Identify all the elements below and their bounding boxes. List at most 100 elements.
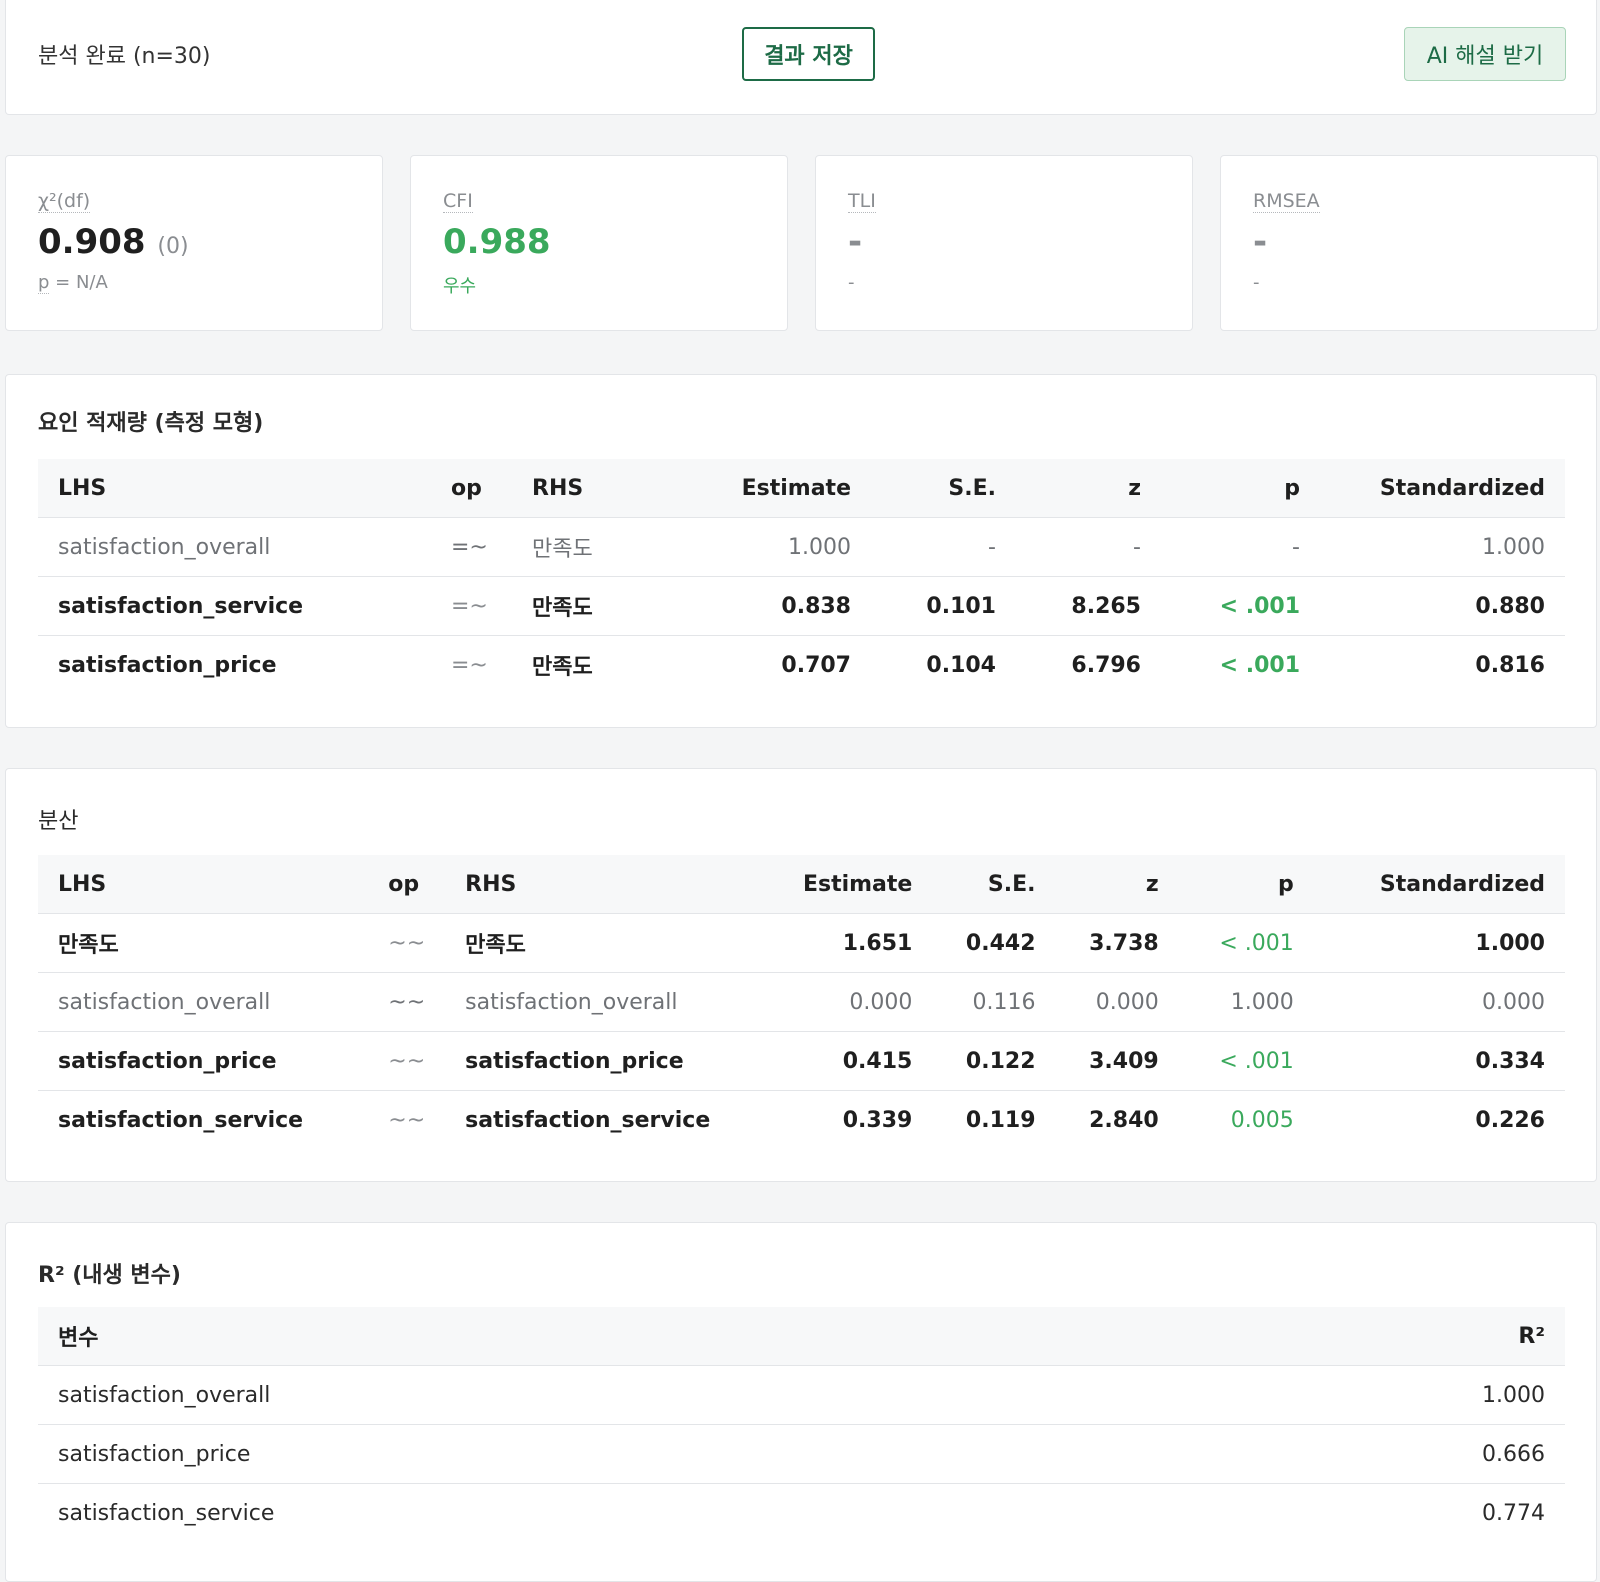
table-header-row: LHS op RHS Estimate S.E. z p Standardize… bbox=[38, 459, 1565, 518]
table-header-row: 변수 R² bbox=[38, 1307, 1565, 1366]
df-value: (0) bbox=[157, 234, 189, 259]
cell-z: 2.840 bbox=[1055, 1090, 1179, 1149]
cell-op: =~ bbox=[431, 576, 512, 636]
cell-rhs: 만족도 bbox=[445, 913, 783, 973]
col-header: 변수 bbox=[38, 1307, 1238, 1366]
metric-value: - bbox=[1253, 222, 1268, 262]
p-label: p bbox=[38, 272, 50, 294]
section-title: R² (내생 변수) bbox=[38, 1263, 181, 1288]
chisq-value: 0.908 bbox=[38, 222, 146, 262]
cell-se: 0.442 bbox=[932, 913, 1056, 973]
table-row: satisfaction_overall 1.000 bbox=[38, 1365, 1565, 1425]
cell-variable: satisfaction_service bbox=[38, 1483, 1238, 1542]
metric-note: - bbox=[1253, 272, 1260, 293]
metric-note: p = N/A bbox=[38, 272, 108, 294]
cell-variable: satisfaction_overall bbox=[38, 1365, 1238, 1425]
cell-standardized: 0.226 bbox=[1313, 1090, 1565, 1149]
cell-se: 0.122 bbox=[932, 1031, 1056, 1091]
analysis-status: 분석 완료 (n=30) bbox=[38, 44, 211, 69]
col-header: RHS bbox=[512, 459, 681, 518]
header-bar: 분석 완료 (n=30) 결과 저장 AI 해설 받기 bbox=[5, 0, 1597, 115]
col-header: Estimate bbox=[681, 459, 871, 518]
save-results-button[interactable]: 결과 저장 bbox=[742, 27, 875, 81]
r2-table: 변수 R² satisfaction_overall 1.000 satisfa… bbox=[38, 1307, 1565, 1542]
table-row: satisfaction_price 0.666 bbox=[38, 1424, 1565, 1484]
table-row: satisfaction_price =~ 만족도 0.707 0.104 6.… bbox=[38, 635, 1565, 694]
col-header: Standardized bbox=[1313, 855, 1565, 914]
cell-p: < .001 bbox=[1161, 576, 1320, 636]
col-header: op bbox=[368, 855, 446, 914]
cell-se: 0.101 bbox=[871, 576, 1016, 636]
cell-op: =~ bbox=[431, 635, 512, 694]
cell-z: 3.409 bbox=[1055, 1031, 1179, 1091]
metric-card-rmsea: RMSEA - - bbox=[1220, 155, 1598, 331]
metric-label: χ²(df) bbox=[38, 190, 91, 213]
metric-value: - bbox=[848, 222, 863, 262]
cell-op: ~~ bbox=[368, 972, 446, 1032]
cell-op: ~~ bbox=[368, 1090, 446, 1149]
cell-standardized: 0.816 bbox=[1320, 635, 1565, 694]
metric-value: 0.988 bbox=[443, 222, 551, 262]
variance-section: 분산 LHS op RHS Estimate S.E. z p Standard… bbox=[5, 768, 1597, 1182]
cell-standardized: 0.334 bbox=[1313, 1031, 1565, 1091]
cell-op: ~~ bbox=[368, 1031, 446, 1091]
cell-p: < .001 bbox=[1178, 913, 1314, 973]
metric-note: 우수 bbox=[443, 276, 477, 297]
col-header: RHS bbox=[445, 855, 783, 914]
cell-standardized: 1.000 bbox=[1320, 517, 1565, 577]
cell-rhs: 만족도 bbox=[512, 517, 681, 577]
cell-p: 0.005 bbox=[1178, 1090, 1314, 1149]
col-header: R² bbox=[1238, 1307, 1565, 1366]
cell-lhs: satisfaction_overall bbox=[38, 972, 369, 1032]
cell-rhs: satisfaction_service bbox=[445, 1090, 783, 1149]
cell-lhs: satisfaction_service bbox=[38, 576, 431, 636]
cell-standardized: 0.880 bbox=[1320, 576, 1565, 636]
cell-p: < .001 bbox=[1161, 635, 1320, 694]
metric-card-chisq: χ²(df) 0.908 (0) p = N/A bbox=[5, 155, 383, 331]
cell-estimate: 0.838 bbox=[681, 576, 871, 636]
cell-lhs: satisfaction_overall bbox=[38, 517, 431, 577]
cell-z: 3.738 bbox=[1055, 913, 1179, 973]
cell-z: - bbox=[1016, 517, 1161, 577]
col-header: LHS bbox=[38, 855, 369, 914]
cell-estimate: 0.707 bbox=[681, 635, 871, 694]
table-row: 만족도 ~~ 만족도 1.651 0.442 3.738 < .001 1.00… bbox=[38, 913, 1565, 973]
cell-r2: 0.666 bbox=[1238, 1424, 1565, 1484]
cell-op: =~ bbox=[431, 517, 512, 577]
cell-rhs: 만족도 bbox=[512, 635, 681, 694]
cell-lhs: satisfaction_price bbox=[38, 1031, 369, 1091]
cell-lhs: satisfaction_service bbox=[38, 1090, 369, 1149]
cell-z: 0.000 bbox=[1055, 972, 1179, 1032]
metric-note: - bbox=[848, 272, 855, 293]
cell-p: < .001 bbox=[1178, 1031, 1314, 1091]
table-row: satisfaction_service ~~ satisfaction_ser… bbox=[38, 1090, 1565, 1149]
table-row: satisfaction_service 0.774 bbox=[38, 1483, 1565, 1542]
loadings-table: LHS op RHS Estimate S.E. z p Standardize… bbox=[38, 459, 1565, 694]
cell-p: - bbox=[1161, 517, 1320, 577]
r2-section: R² (내생 변수) 변수 R² satisfaction_overall 1.… bbox=[5, 1222, 1597, 1582]
cell-estimate: 0.000 bbox=[782, 972, 933, 1032]
col-header: z bbox=[1016, 459, 1161, 518]
table-row: satisfaction_service =~ 만족도 0.838 0.101 … bbox=[38, 576, 1565, 636]
metric-label: RMSEA bbox=[1253, 190, 1320, 213]
loadings-section: 요인 적재량 (측정 모형) LHS op RHS Estimate S.E. … bbox=[5, 374, 1597, 728]
table-row: satisfaction_overall =~ 만족도 1.000 - - - … bbox=[38, 517, 1565, 577]
cell-estimate: 0.415 bbox=[782, 1031, 933, 1091]
section-title: 요인 적재량 (측정 모형) bbox=[38, 411, 264, 436]
metric-label: CFI bbox=[443, 190, 473, 213]
ai-interpretation-button[interactable]: AI 해설 받기 bbox=[1404, 27, 1566, 81]
cell-p: 1.000 bbox=[1178, 972, 1314, 1032]
cell-estimate: 1.651 bbox=[782, 913, 933, 973]
cell-estimate: 1.000 bbox=[681, 517, 871, 577]
cell-se: 0.116 bbox=[932, 972, 1056, 1032]
table-row: satisfaction_price ~~ satisfaction_price… bbox=[38, 1031, 1565, 1091]
section-title: 분산 bbox=[38, 809, 79, 834]
cell-standardized: 0.000 bbox=[1313, 972, 1565, 1032]
cell-r2: 0.774 bbox=[1238, 1483, 1565, 1542]
cell-op: ~~ bbox=[368, 913, 446, 973]
variance-table: LHS op RHS Estimate S.E. z p Standardize… bbox=[38, 855, 1565, 1149]
col-header: p bbox=[1178, 855, 1314, 914]
metric-card-cfi: CFI 0.988 우수 bbox=[410, 155, 788, 331]
cell-rhs: 만족도 bbox=[512, 576, 681, 636]
metric-value: 0.908 (0) bbox=[38, 222, 189, 262]
